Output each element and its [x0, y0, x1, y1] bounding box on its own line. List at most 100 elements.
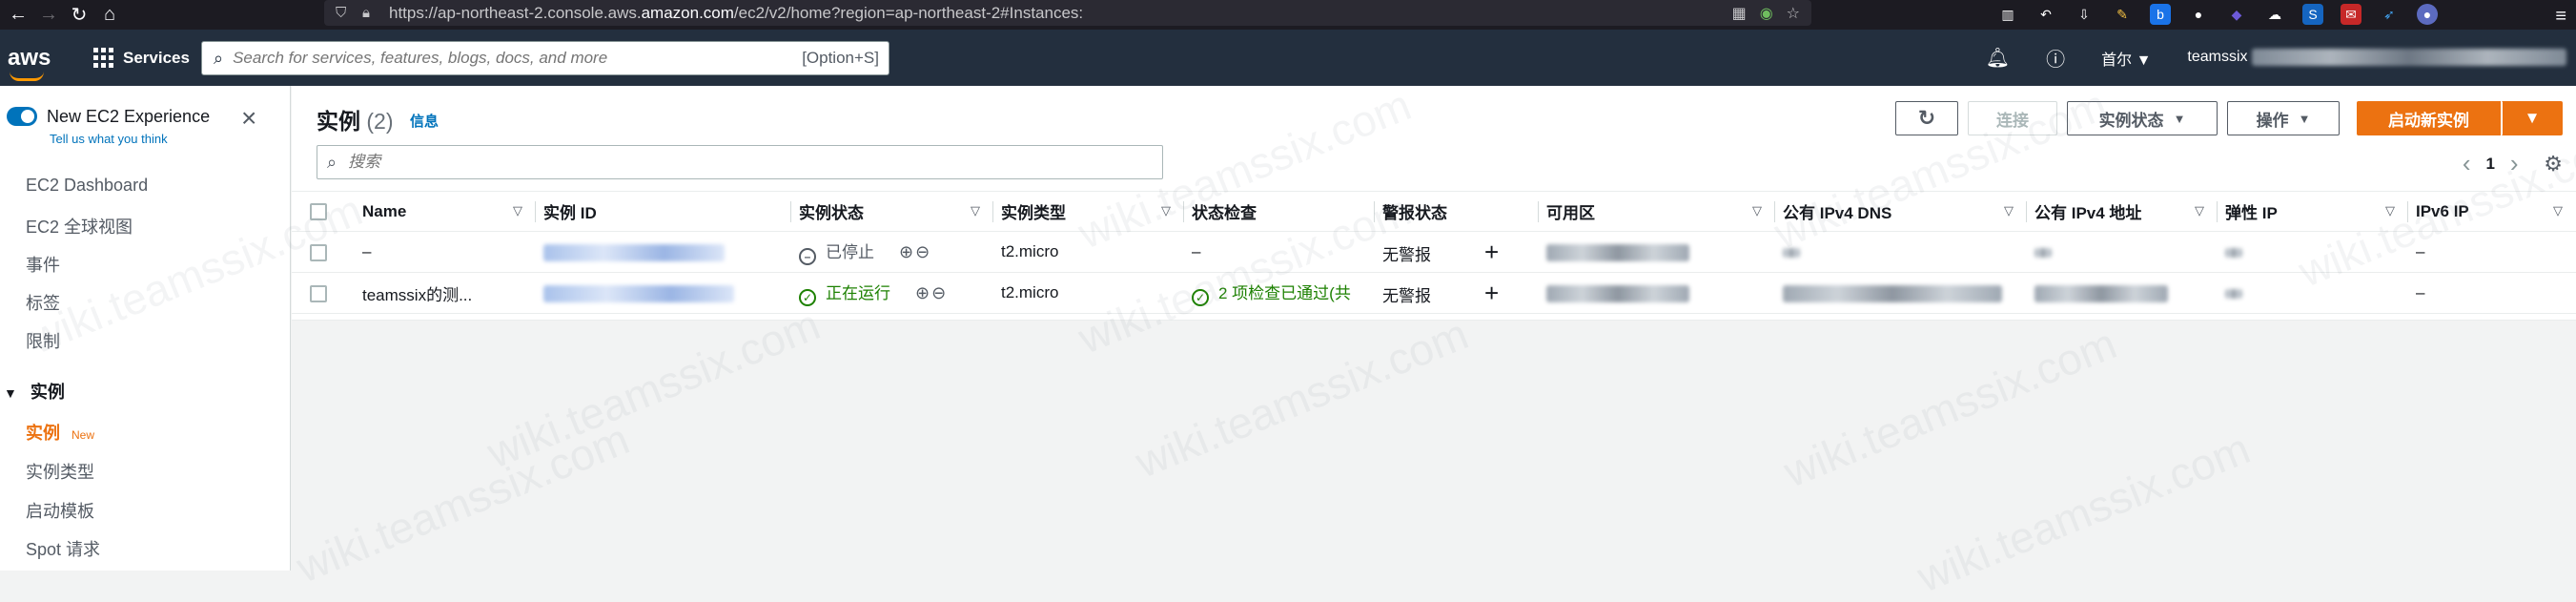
- pen-extension-icon[interactable]: ✎: [2112, 4, 2133, 25]
- gear-icon[interactable]: ⚙: [2544, 152, 2563, 176]
- sidebar-icon[interactable]: ▥: [1997, 4, 2018, 25]
- sort-icon[interactable]: ▽: [513, 203, 522, 218]
- next-page-icon[interactable]: ›: [2496, 149, 2532, 178]
- check-passed-icon: ✓: [1192, 289, 1209, 306]
- global-search-box[interactable]: ⌕ [Option+S]: [201, 41, 889, 75]
- global-search-input[interactable]: [233, 49, 767, 68]
- bookmark-star-icon[interactable]: ☆: [1787, 4, 1800, 23]
- running-check-icon: ✓: [799, 289, 816, 306]
- b-extension-icon[interactable]: b: [2150, 4, 2171, 25]
- stopped-icon: –: [799, 248, 816, 265]
- sidebar-item-spot-requests[interactable]: Spot 请求: [26, 536, 100, 561]
- sidebar-item-instance-types[interactable]: 实例类型: [26, 459, 94, 484]
- sidebar-item-instances[interactable]: 实例 New: [26, 420, 94, 445]
- sort-icon[interactable]: ▽: [2385, 203, 2395, 218]
- instance-search-input[interactable]: [348, 153, 1112, 172]
- sort-icon[interactable]: ▽: [1161, 203, 1171, 218]
- col-header-public-dns[interactable]: 公有 IPv4 DNS ▽: [1775, 191, 2027, 232]
- address-bar[interactable]: ⛉ 🔒︎ https://ap-northeast-2.console.aws.…: [324, 0, 1811, 26]
- cell-status-check[interactable]: ✓ 2 项检查已通过(共: [1184, 272, 1375, 314]
- pagination: ‹ 1 › ⚙: [2448, 149, 2576, 178]
- help-icon[interactable]: ⓘ: [2046, 44, 2065, 72]
- profile-icon[interactable]: ●: [2417, 4, 2438, 25]
- feedback-link[interactable]: Tell us what you think: [50, 132, 168, 146]
- s-extension-icon[interactable]: S: [2302, 4, 2323, 25]
- aws-logo[interactable]: aws: [8, 45, 51, 81]
- ufo-extension-icon[interactable]: ◆: [2226, 4, 2247, 25]
- col-header-alarm-status[interactable]: 警报状态: [1375, 191, 1539, 232]
- cell-instance-id[interactable]: [536, 272, 791, 314]
- sidebar-item-launch-templates[interactable]: 启动模板: [26, 498, 94, 523]
- zoom-out-icon[interactable]: ⊖: [931, 283, 946, 302]
- actions-button[interactable]: 操作 ▼: [2227, 101, 2340, 135]
- shield-icon: ⛉: [336, 5, 347, 21]
- download-icon[interactable]: ⇩: [2074, 4, 2095, 25]
- cloud-extension-icon[interactable]: ☁: [2264, 4, 2285, 25]
- row-checkbox[interactable]: [310, 284, 327, 302]
- col-header-instance-type[interactable]: 实例类型 ▽: [993, 191, 1184, 232]
- cell-instance-state: ✓ 正在运行 ⊕ ⊖: [791, 272, 993, 314]
- add-alarm-icon[interactable]: +: [1484, 279, 1499, 307]
- launch-instance-button[interactable]: 启动新实例: [2357, 101, 2501, 135]
- col-header-instance-id[interactable]: 实例 ID: [536, 191, 791, 232]
- sort-icon[interactable]: ▽: [1752, 203, 1762, 218]
- arrow-extension-icon[interactable]: ➶: [2379, 4, 2400, 25]
- history-back-icon[interactable]: ↶: [2035, 4, 2056, 25]
- sort-icon[interactable]: ▽: [2195, 203, 2204, 218]
- sort-icon[interactable]: ▽: [2004, 203, 2014, 218]
- current-page[interactable]: 1: [2484, 155, 2496, 174]
- col-header-instance-state[interactable]: 实例状态 ▽: [791, 191, 993, 232]
- cell-public-ip: [2027, 231, 2218, 273]
- region-selector[interactable]: 首尔 ▼: [2101, 47, 2151, 70]
- account-menu[interactable]: teamssix: [2187, 49, 2566, 67]
- col-header-status-check[interactable]: 状态检查: [1184, 191, 1375, 232]
- col-header-availability-zone[interactable]: 可用区 ▽: [1539, 191, 1775, 232]
- watermark: wiki.teamssix.com: [1776, 318, 2123, 497]
- col-header-elastic-ip[interactable]: 弹性 IP ▽: [2218, 191, 2408, 232]
- info-link[interactable]: 信息: [410, 111, 439, 131]
- table-row[interactable]: teamssix的测... ✓ 正在运行 ⊕ ⊖ t2.micro ✓ 2 项检查已通过…: [292, 272, 2576, 314]
- col-header-ipv6[interactable]: IPv6 IP ▽: [2408, 191, 2576, 232]
- home-icon[interactable]: ⌂: [97, 3, 122, 28]
- table-row[interactable]: – – 已停止 ⊕ ⊖ t2.micro – 无警报 + –: [292, 231, 2576, 273]
- sidebar-item-tags[interactable]: 标签: [26, 290, 60, 315]
- launch-dropdown-button[interactable]: ▼: [2502, 101, 2563, 135]
- col-header-name[interactable]: Name ▽: [355, 191, 536, 232]
- row-checkbox[interactable]: [310, 243, 327, 261]
- hamburger-menu-icon[interactable]: ≡: [2555, 6, 2566, 28]
- search-shortcut-hint: [Option+S]: [802, 49, 879, 67]
- add-alarm-icon[interactable]: +: [1484, 238, 1499, 266]
- close-icon[interactable]: ×: [241, 103, 256, 134]
- github-icon[interactable]: ●: [2188, 4, 2209, 25]
- sort-icon[interactable]: ▽: [2553, 203, 2563, 218]
- sidebar-section-instances[interactable]: ▼ 实例: [4, 379, 65, 404]
- services-menu-button[interactable]: Services: [93, 48, 190, 68]
- instance-state-button[interactable]: 实例状态 ▼: [2067, 101, 2218, 135]
- table-header-row: Name ▽ 实例 ID 实例状态 ▽ 实例类型 ▽ 状态检查 警报状态 可用区 ▽ 公…: [292, 191, 2576, 232]
- sidebar-item-ec2-dashboard[interactable]: EC2 Dashboard: [26, 176, 148, 196]
- connect-button[interactable]: 连接: [1968, 101, 2057, 135]
- sidebar-item-events[interactable]: 事件: [26, 252, 60, 277]
- sidebar-item-limits[interactable]: 限制: [26, 328, 60, 353]
- reload-icon[interactable]: ↻: [67, 3, 92, 28]
- cell-instance-id[interactable]: [536, 231, 791, 273]
- instances-table: Name ▽ 实例 ID 实例状态 ▽ 实例类型 ▽ 状态检查 警报状态 可用区 ▽ 公…: [292, 191, 2576, 314]
- forward-arrow-icon[interactable]: →: [36, 3, 61, 28]
- select-all-checkbox[interactable]: [310, 203, 327, 221]
- refresh-button[interactable]: ↻: [1895, 101, 1958, 135]
- new-experience-toggle[interactable]: [7, 107, 37, 126]
- sort-icon[interactable]: ▽: [971, 203, 980, 218]
- prev-page-icon[interactable]: ‹: [2448, 149, 2484, 178]
- instance-search-box[interactable]: ⌕: [317, 145, 1163, 179]
- bell-icon[interactable]: 🔔︎: [1986, 46, 2010, 70]
- col-header-public-ip[interactable]: 公有 IPv4 地址 ▽: [2027, 191, 2218, 232]
- zoom-out-icon[interactable]: ⊖: [915, 242, 930, 261]
- qr-code-icon[interactable]: ▦: [1732, 4, 1747, 23]
- red-extension-icon[interactable]: ✉: [2341, 4, 2361, 25]
- sidebar-item-global-view[interactable]: EC2 全球视图: [26, 214, 133, 239]
- zoom-in-icon[interactable]: ⊕: [915, 283, 930, 302]
- row-select-cell: [292, 231, 355, 273]
- zoom-in-icon[interactable]: ⊕: [899, 242, 913, 261]
- back-arrow-icon[interactable]: ←: [6, 3, 31, 28]
- extension-icon[interactable]: ◉: [1760, 4, 1773, 23]
